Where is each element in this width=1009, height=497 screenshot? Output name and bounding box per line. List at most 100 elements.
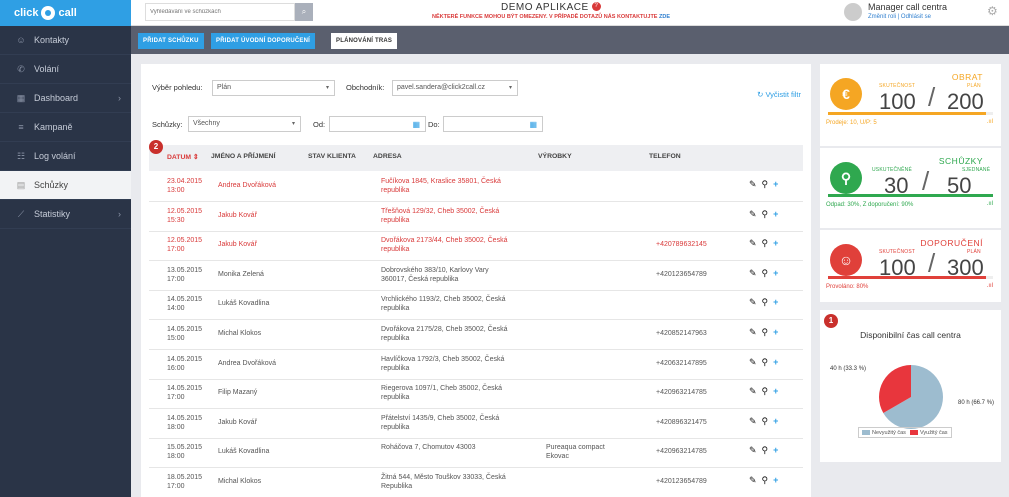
map-pin-icon[interactable]: ⚲ bbox=[762, 386, 769, 397]
table-row[interactable]: 14.05.2015 14:00 Lukáš Kovadlina Vrchlickéh… bbox=[149, 289, 803, 321]
sidebar-item-1[interactable]: ✆ Volání bbox=[0, 55, 131, 84]
app-logo[interactable]: click call bbox=[0, 0, 131, 26]
edit-icon[interactable]: ✎ bbox=[749, 209, 757, 220]
column-address[interactable]: ADRESA bbox=[373, 153, 402, 160]
add-icon[interactable]: + bbox=[773, 238, 778, 249]
column-date[interactable]: DATUM ⇕ bbox=[167, 153, 199, 161]
chevron-right-icon: › bbox=[118, 209, 121, 219]
edit-icon[interactable]: ✎ bbox=[749, 268, 757, 279]
column-name[interactable]: JMÉNO A PŘÍJMENÍ bbox=[211, 153, 275, 160]
add-icon[interactable]: + bbox=[773, 445, 778, 456]
add-icon[interactable]: + bbox=[773, 327, 778, 338]
edit-icon[interactable]: ✎ bbox=[749, 416, 757, 427]
meetings-select[interactable]: Všechny ▾ bbox=[188, 116, 301, 132]
row-actions: ✎ ⚲ + bbox=[749, 475, 778, 486]
table-row[interactable]: 23.04.2015 13:00 Andrea Dvořáková Fučíkova … bbox=[149, 171, 803, 202]
map-pin-icon[interactable]: ⚲ bbox=[762, 357, 769, 368]
add-icon[interactable]: + bbox=[773, 179, 778, 190]
add-icon[interactable]: + bbox=[773, 416, 778, 427]
search-input[interactable] bbox=[145, 3, 295, 21]
sidebar-item-3[interactable]: ≡ Kampaně bbox=[0, 113, 131, 142]
edit-icon[interactable]: ✎ bbox=[749, 297, 757, 308]
edit-icon[interactable]: ✎ bbox=[749, 327, 757, 338]
table-row[interactable]: 15.05.2015 18:00 Lukáš Kovadlina Roháčova 7… bbox=[149, 437, 803, 469]
edit-icon[interactable]: ✎ bbox=[749, 445, 757, 456]
sidebar-item-4[interactable]: ☷ Log volání bbox=[0, 142, 131, 171]
map-pin-icon[interactable]: ⚲ bbox=[762, 445, 769, 456]
row-name[interactable]: Michal Klokos bbox=[218, 477, 261, 486]
sidebar-item-5[interactable]: ▤ Schůzky bbox=[0, 171, 131, 200]
calendar-icon[interactable]: ▦ bbox=[412, 120, 420, 129]
table-row[interactable]: 14.05.2015 17:00 Filip Mazaný Riegerova 109… bbox=[149, 378, 803, 410]
edit-icon[interactable]: ✎ bbox=[749, 386, 757, 397]
dashboard-icon: ▦ bbox=[16, 92, 26, 103]
change-role-link[interactable]: Změnit roli bbox=[868, 14, 896, 20]
row-name[interactable]: Lukáš Kovadlina bbox=[218, 299, 269, 308]
clear-filter-link[interactable]: ↻ Vyčistit filtr bbox=[757, 90, 801, 99]
map-pin-icon[interactable]: ⚲ bbox=[762, 475, 769, 486]
avatar[interactable] bbox=[844, 3, 862, 21]
column-phone[interactable]: TELEFON bbox=[649, 153, 681, 160]
add-referral-button[interactable]: PŘIDAT ÚVODNÍ DOPORUČENÍ bbox=[211, 33, 316, 49]
column-products[interactable]: VÝROBKY bbox=[538, 153, 572, 160]
contact-link[interactable]: ZDE bbox=[659, 14, 670, 20]
date-to-input[interactable]: ▦ bbox=[443, 116, 543, 132]
edit-icon[interactable]: ✎ bbox=[749, 357, 757, 368]
add-meeting-button[interactable]: PŘIDAT SCHŮZKU bbox=[138, 33, 204, 49]
revenue-progress bbox=[828, 112, 993, 115]
user-link-separator: | bbox=[897, 14, 900, 20]
legend-label-free: Nevyužitý čas bbox=[872, 429, 906, 436]
row-name[interactable]: Jakub Kovář bbox=[218, 211, 257, 220]
row-name[interactable]: Lukáš Kovadlina bbox=[218, 447, 269, 456]
date-from-input[interactable]: ▦ bbox=[329, 116, 426, 132]
row-name[interactable]: Jakub Kovář bbox=[218, 418, 257, 427]
edit-icon[interactable]: ✎ bbox=[749, 179, 757, 190]
table-row[interactable]: 12.05.2015 15:30 Jakub Kovář Třešňová 129/3… bbox=[149, 201, 803, 232]
map-pin-icon[interactable]: ⚲ bbox=[762, 297, 769, 308]
map-pin-icon[interactable]: ⚲ bbox=[762, 416, 769, 427]
map-pin-icon[interactable]: ⚲ bbox=[762, 268, 769, 279]
table-row[interactable]: 13.05.2015 17:00 Monika Zelená Dobrovského … bbox=[149, 260, 803, 291]
row-datetime: 12.05.2015 17:00 bbox=[167, 236, 202, 254]
sidebar-item-0[interactable]: ☺ Kontakty bbox=[0, 26, 131, 55]
row-name[interactable]: Monika Zelená bbox=[218, 270, 264, 279]
search-button[interactable]: ⌕ bbox=[295, 3, 313, 21]
row-name[interactable]: Michal Klokos bbox=[218, 329, 261, 338]
dealer-select[interactable]: pavel.sandera@click2call.cz ▾ bbox=[392, 80, 518, 96]
add-icon[interactable]: + bbox=[773, 386, 778, 397]
help-badge-icon[interactable]: ? bbox=[591, 2, 601, 11]
logout-link[interactable]: Odhlásit se bbox=[901, 14, 931, 20]
map-pin-icon[interactable]: ⚲ bbox=[762, 238, 769, 249]
sidebar-item-2[interactable]: ▦ Dashboard › bbox=[0, 84, 131, 113]
row-name[interactable]: Andrea Dvořáková bbox=[218, 359, 276, 368]
row-name[interactable]: Jakub Kovář bbox=[218, 240, 257, 249]
map-pin-icon[interactable]: ⚲ bbox=[762, 327, 769, 338]
table-row[interactable]: 14.05.2015 18:00 Jakub Kovář Přátelství 143… bbox=[149, 408, 803, 439]
edit-icon[interactable]: ✎ bbox=[749, 238, 757, 249]
plan-routes-button[interactable]: PLÁNOVÁNÍ TRAS bbox=[331, 33, 398, 49]
table-row[interactable]: 14.05.2015 16:00 Andrea Dvořáková Havlíčkov… bbox=[149, 349, 803, 380]
add-icon[interactable]: + bbox=[773, 268, 778, 279]
map-pin-icon[interactable]: ⚲ bbox=[762, 179, 769, 190]
row-name[interactable]: Filip Mazaný bbox=[218, 388, 257, 397]
table-row[interactable]: 12.05.2015 17:00 Jakub Kovář Dvořákova 2173… bbox=[149, 230, 803, 262]
row-name[interactable]: Andrea Dvořáková bbox=[218, 181, 276, 190]
legend-item-used: Využitý čas bbox=[909, 430, 948, 436]
table-row[interactable]: 14.05.2015 15:00 Michal Klokos Dvořákova 21… bbox=[149, 319, 803, 350]
row-phone: +420963214785 bbox=[656, 448, 707, 456]
add-icon[interactable]: + bbox=[773, 209, 778, 220]
pie-label-1: 40 h (33.3 %) bbox=[830, 366, 866, 372]
gear-icon[interactable]: ⚙ bbox=[987, 4, 1001, 18]
add-icon[interactable]: + bbox=[773, 475, 778, 486]
edit-icon[interactable]: ✎ bbox=[749, 475, 757, 486]
sidebar-item-6[interactable]: ⟋ Statistiky › bbox=[0, 200, 131, 229]
column-client-status[interactable]: STAV KLIENTA bbox=[308, 153, 356, 160]
table-row[interactable]: 18.05.2015 17:00 Michal Klokos Žitná 544, M… bbox=[149, 467, 803, 497]
add-icon[interactable]: + bbox=[773, 297, 778, 308]
calendar-icon[interactable]: ▦ bbox=[529, 120, 537, 129]
sidebar-item-label: Dashboard bbox=[34, 93, 79, 103]
view-select[interactable]: Plán ▾ bbox=[212, 80, 335, 96]
pie-chart: 80 h (66.7 %) 40 h (33.3 %) bbox=[830, 365, 994, 429]
map-pin-icon[interactable]: ⚲ bbox=[762, 209, 769, 220]
add-icon[interactable]: + bbox=[773, 357, 778, 368]
